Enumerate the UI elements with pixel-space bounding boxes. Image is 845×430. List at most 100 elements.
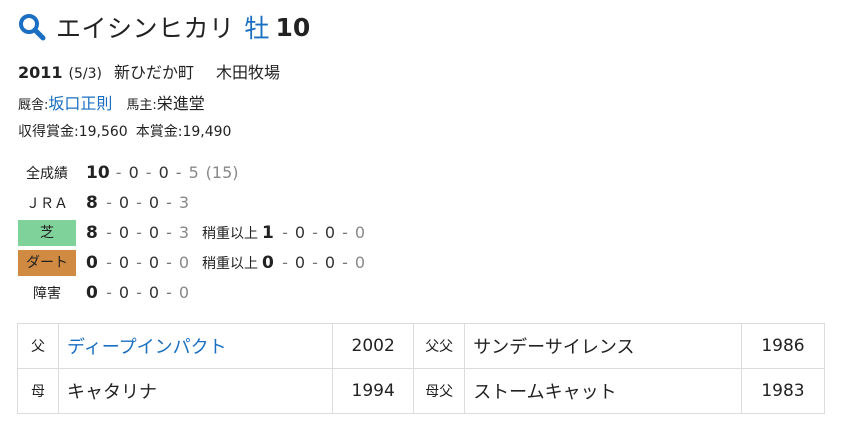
dam-sire-year: 1983 (741, 368, 825, 414)
trainer-link[interactable]: 坂口正則 (48, 90, 112, 114)
horse-header: エイシンヒカリ 牡 10 (18, 10, 310, 44)
birth-info: 2011 (5/3) 新ひだか町 木田牧場 (18, 59, 280, 83)
record-seconds: 0 (128, 163, 139, 182)
separator: - (166, 253, 172, 272)
prize-info: 収得賞金:19,560 本賞金:19,490 (18, 121, 231, 141)
record-others: 3 (178, 223, 190, 242)
separator: - (145, 163, 152, 182)
trainer-label: 厩舎: (18, 98, 49, 113)
turf-badge: 芝 (18, 220, 76, 246)
separator: - (342, 253, 348, 272)
record-wins: 8 (86, 223, 98, 243)
record-values: 0-0-0-0 (76, 278, 366, 308)
horse-age: 10 (275, 12, 311, 42)
owner-label: 馬主: (126, 98, 157, 113)
owner-name: 栄進堂 (156, 94, 205, 113)
separator: - (106, 253, 112, 272)
separator: - (136, 223, 142, 242)
dam-sire-label: 母父 (413, 368, 466, 414)
sire-sire-year: 1986 (741, 323, 825, 369)
record-label: 全成績 (26, 166, 68, 182)
separator: - (312, 223, 318, 242)
dirt-badge: ダート (18, 250, 76, 276)
record-wins: 0 (86, 253, 98, 273)
record-label: 障害 (33, 286, 61, 302)
record-others: 3 (178, 193, 190, 212)
heavy-wins: 0 (262, 253, 274, 273)
heavy-seconds: 0 (294, 223, 306, 242)
record-row-turf: 芝 8-0-0-3 稍重以上 1-0-0-0 (18, 218, 366, 248)
sire-sire-label: 父父 (413, 323, 466, 369)
record-seconds: 0 (118, 253, 130, 272)
dam-sire-name: ストームキャット (464, 368, 742, 414)
record-row-all: 全成績 10-0-0-5 (15) (18, 158, 366, 188)
record-others: 0 (178, 253, 190, 272)
separator: - (166, 283, 172, 302)
separator: - (282, 253, 288, 272)
record-values: 8-0-0-3 稍重以上 1-0-0-0 (76, 218, 366, 248)
birth-town: 新ひだか町 (114, 63, 195, 82)
heavy-thirds: 0 (324, 253, 336, 272)
sire-sire-name: サンデーサイレンス (464, 323, 742, 369)
record-row-jump: 障害 0-0-0-0 (18, 278, 366, 308)
race-record-table: 全成績 10-0-0-5 (15) ＪＲＡ 8-0-0-3 芝 8-0-0-3 稍重… (18, 158, 366, 308)
heavy-thirds: 0 (324, 223, 336, 242)
separator: - (342, 223, 348, 242)
separator: - (106, 223, 112, 242)
record-row-dirt: ダート 0-0-0-0 稍重以上 0-0-0-0 (18, 248, 366, 278)
record-others: 0 (178, 283, 190, 302)
sire-label: 父 (17, 323, 59, 369)
separator: - (166, 193, 172, 212)
separator: - (312, 253, 318, 272)
record-label: ＪＲＡ (26, 196, 68, 212)
record-wins: 8 (86, 193, 98, 213)
heavy-others: 0 (354, 223, 366, 242)
separator: - (136, 283, 142, 302)
horse-name: エイシンヒカリ (56, 14, 235, 43)
pedigree-row-sire: 父 ディープインパクト 2002 父父 サンデーサイレンス 1986 (17, 323, 825, 369)
record-thirds: 0 (148, 283, 160, 302)
search-icon[interactable] (18, 13, 46, 41)
dam-name: キャタリナ (57, 368, 334, 414)
separator: - (136, 193, 142, 212)
record-values: 0-0-0-0 稍重以上 0-0-0-0 (76, 248, 366, 278)
record-thirds: 0 (158, 163, 169, 182)
record-values: 8-0-0-3 (76, 188, 366, 218)
horse-sex: 牡 (244, 14, 270, 43)
heavy-seconds: 0 (294, 253, 306, 272)
separator: - (106, 283, 112, 302)
earned-prize-label: 収得賞金: (18, 124, 79, 140)
separator: - (136, 253, 142, 272)
birth-year: 2011 (18, 63, 63, 82)
pedigree-table: 父 ディープインパクト 2002 父父 サンデーサイレンス 1986 母 キャタ… (17, 323, 825, 414)
separator: - (175, 163, 182, 182)
record-label: ダート (18, 248, 76, 278)
separator: - (282, 223, 288, 242)
sire-name-link[interactable]: ディープインパクト (57, 323, 334, 369)
sire-year: 2002 (332, 323, 415, 369)
breeder: 木田牧場 (216, 63, 281, 82)
dam-year: 1994 (332, 368, 415, 414)
earned-prize-value: 19,560 (78, 124, 128, 140)
main-prize-value: 19,490 (182, 124, 232, 140)
heavy-others: 0 (354, 253, 366, 272)
record-seconds: 0 (118, 193, 130, 212)
record-thirds: 0 (148, 223, 160, 242)
separator: - (106, 193, 112, 212)
record-seconds: 0 (118, 283, 130, 302)
separator: - (166, 223, 172, 242)
record-thirds: 0 (148, 193, 160, 212)
record-label: 芝 (18, 218, 76, 248)
record-wins: 0 (86, 283, 98, 303)
record-seconds: 0 (118, 223, 130, 242)
birth-month-day: (5/3) (68, 66, 102, 82)
heavy-track-label: 稍重以上 (202, 256, 258, 272)
dam-label: 母 (17, 368, 59, 414)
record-wins: 10 (86, 163, 110, 183)
record-others: 5 (188, 163, 199, 182)
pedigree-row-dam: 母 キャタリナ 1994 母父 ストームキャット 1983 (17, 368, 825, 414)
record-values: 10-0-0-5 (15) (76, 158, 366, 188)
separator: - (115, 163, 122, 182)
heavy-track-label: 稍重以上 (202, 226, 258, 242)
record-total: (15) (205, 163, 239, 182)
